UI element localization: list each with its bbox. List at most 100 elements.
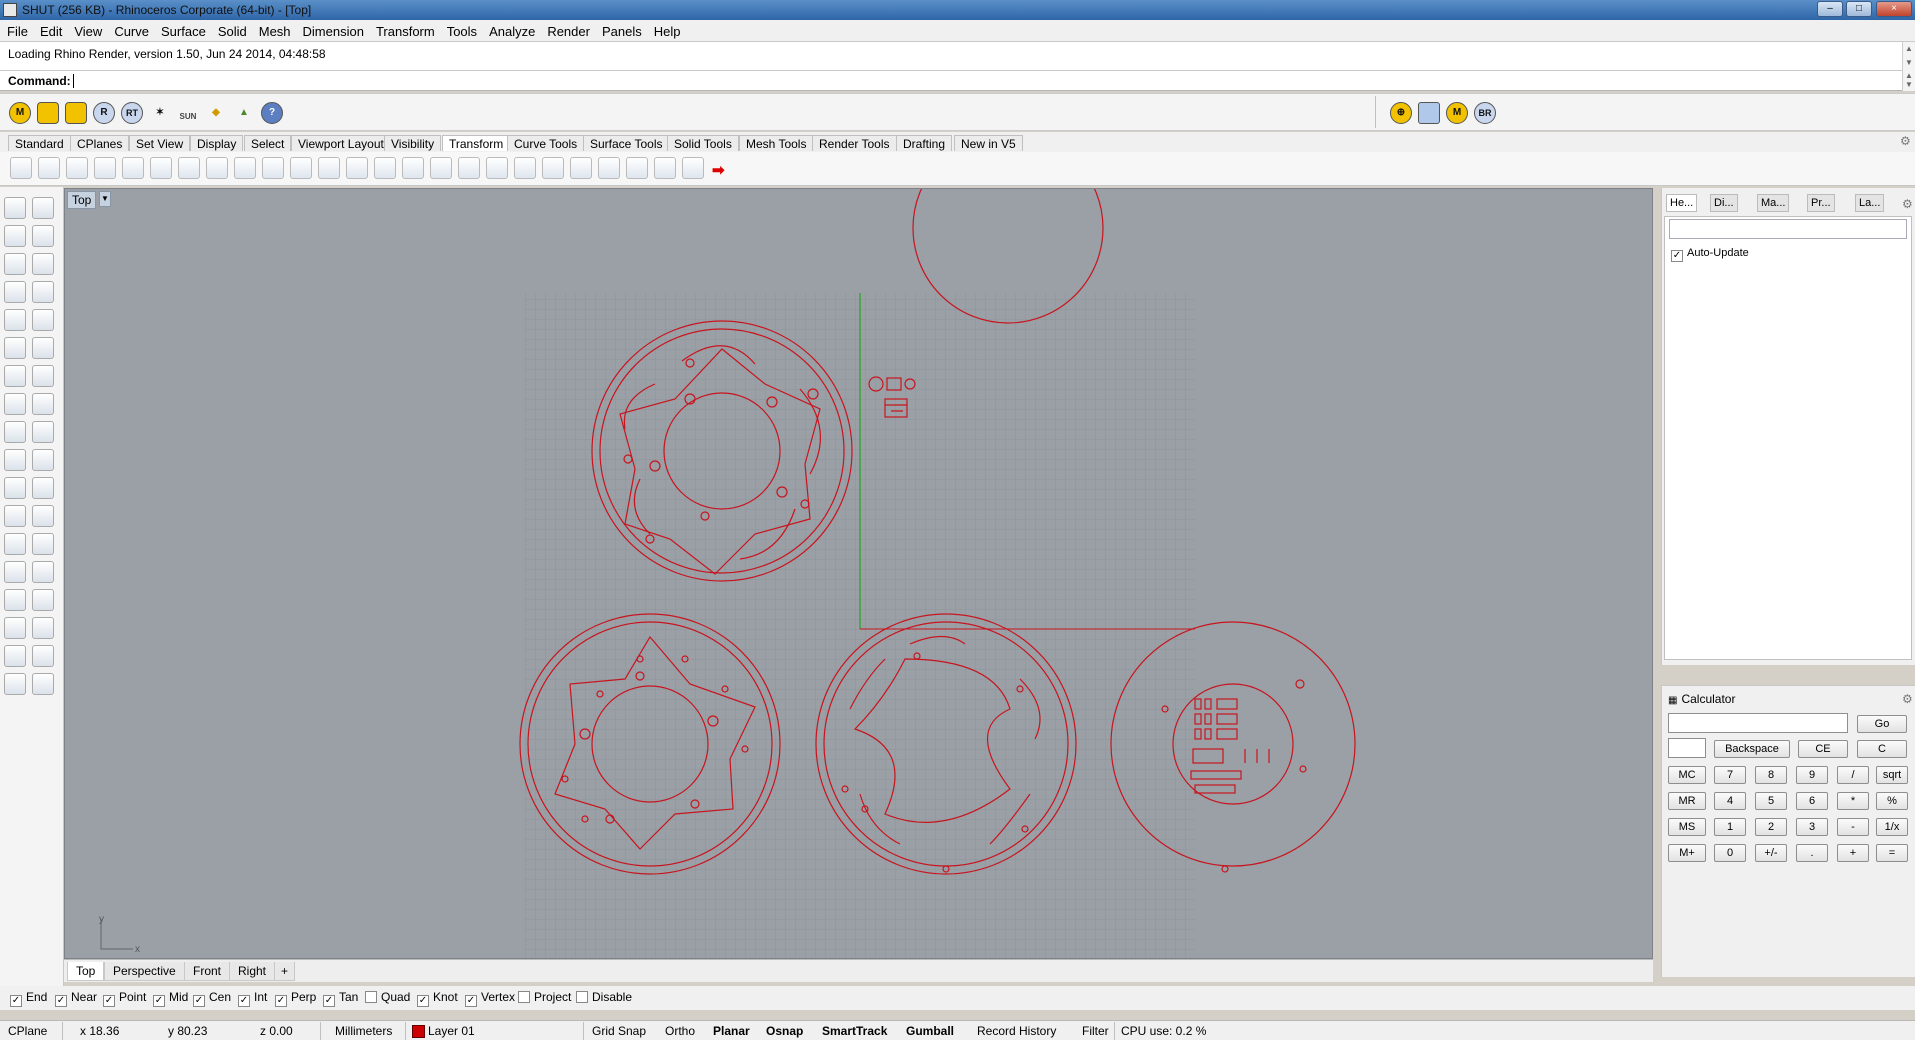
checkbox-project[interactable] [518,991,530,1003]
top-viewport[interactable]: Top ▼ y x [64,188,1653,959]
tab-cplanes[interactable]: CPlanes [70,135,130,151]
circle-icon[interactable] [4,253,26,275]
osnap-point[interactable]: ✓ Point [103,990,146,1007]
calc-key[interactable]: % [1876,792,1908,810]
rotate-tool-icon[interactable] [32,561,54,583]
dimension-icon[interactable] [4,449,26,471]
calc-key[interactable]: 7 [1714,766,1746,784]
twist-icon[interactable] [290,157,312,179]
ellipse-icon[interactable] [32,253,54,275]
array-curve-icon[interactable] [402,157,424,179]
gear-icon[interactable]: ⚙ [1902,197,1913,211]
select-icon[interactable] [4,197,26,219]
set-points-icon[interactable] [682,157,704,179]
tab-new-in-v5[interactable]: New in V5 [954,135,1023,151]
group-icon[interactable] [4,477,26,499]
sun-icon[interactable]: SUN [177,102,199,124]
tab-select[interactable]: Select [244,135,292,151]
tab-standard[interactable]: Standard [8,135,71,151]
surface-icon[interactable] [4,337,26,359]
boolean-icon[interactable] [32,365,54,387]
move-icon[interactable] [10,157,32,179]
calc-key[interactable]: MR [1668,792,1706,810]
render-tool-icon[interactable] [32,421,54,443]
clear-button[interactable]: C [1857,740,1907,758]
tag-icon[interactable] [65,102,87,124]
menu-view[interactable]: View [67,20,107,42]
realtime-render-icon[interactable]: RT [121,102,143,124]
checkbox-vertex[interactable]: ✓ [465,995,477,1007]
auto-update-option[interactable]: ✓ Auto-Update [1671,247,1749,262]
menu-transform[interactable]: Transform [369,20,440,42]
checkbox-near[interactable]: ✓ [55,995,67,1007]
backspace-button[interactable]: Backspace [1714,740,1790,758]
osnap-mid[interactable]: ✓ Mid [153,990,188,1007]
material-tag-icon[interactable] [37,102,59,124]
calc-key[interactable]: 1 [1714,818,1746,836]
units-indicator[interactable]: Millimeters [335,1024,392,1038]
calc-key[interactable]: . [1796,844,1828,862]
check-icon[interactable] [32,645,54,667]
smash-icon[interactable] [542,157,564,179]
array-tool-icon[interactable] [4,617,26,639]
stretch-icon[interactable] [458,157,480,179]
m-tag-icon[interactable]: M [1446,102,1468,124]
calc-key[interactable]: MS [1668,818,1706,836]
osnap-perp[interactable]: ✓ Perp [275,990,316,1007]
checkbox-mid[interactable]: ✓ [153,995,165,1007]
light-icon[interactable]: ✶ [149,102,171,124]
calc-key[interactable]: MC [1668,766,1706,784]
auto-update-checkbox[interactable]: ✓ [1671,250,1683,262]
arc-icon[interactable] [4,281,26,303]
close-button[interactable]: × [1876,1,1912,17]
copy-icon[interactable] [38,157,60,179]
osnap-vertex[interactable]: ✓ Vertex [465,990,515,1007]
calc-key[interactable]: 9 [1796,766,1828,784]
taper-icon[interactable] [206,157,228,179]
box-icon[interactable] [4,365,26,387]
menu-dimension[interactable]: Dimension [296,20,369,42]
osnap-end[interactable]: ✓ End [10,990,47,1007]
checkbox-cen[interactable]: ✓ [193,995,205,1007]
maelstrom-icon[interactable] [570,157,592,179]
menu-surface[interactable]: Surface [154,20,211,42]
help-search-input[interactable] [1669,219,1907,239]
smarttrack-toggle[interactable]: SmartTrack [822,1024,887,1038]
m-icon[interactable]: M [9,102,31,124]
layer-tool-icon[interactable] [4,673,26,695]
command-line[interactable]: Command: ▲ ▼ [0,71,1915,91]
rectangle-icon[interactable] [32,281,54,303]
menu-edit[interactable]: Edit [33,20,67,42]
tab-top-view[interactable]: Top [67,962,105,981]
sporph-icon[interactable] [598,157,620,179]
polyline-icon[interactable] [4,225,26,247]
tab-drafting[interactable]: Drafting [896,135,953,151]
menu-solid[interactable]: Solid [211,20,252,42]
orient-icon[interactable] [234,157,256,179]
point-icon[interactable] [32,197,54,219]
osnap-project[interactable]: Project [518,990,571,1004]
menu-mesh[interactable]: Mesh [252,20,296,42]
tab-help[interactable]: He... [1666,194,1698,212]
loft-icon[interactable] [32,337,54,359]
checkbox-end[interactable]: ✓ [10,995,22,1007]
checkbox-knot[interactable]: ✓ [417,995,429,1007]
checkbox-tan[interactable]: ✓ [323,995,335,1007]
osnap-near[interactable]: ✓ Near [55,990,97,1007]
join-icon[interactable] [4,533,26,555]
shear-icon[interactable] [178,157,200,179]
environment-icon[interactable]: ▲ [233,102,255,124]
points-on-icon[interactable] [32,477,54,499]
menu-analyze[interactable]: Analyze [482,20,540,42]
menu-render[interactable]: Render [540,20,595,42]
tab-surface-tools[interactable]: Surface Tools [583,135,670,151]
viewport-title[interactable]: Top [67,191,97,209]
spotlight-icon[interactable]: ◆ [205,102,227,124]
tab-render-tools[interactable]: Render Tools [812,135,897,151]
calc-key[interactable]: 6 [1796,792,1828,810]
menu-panels[interactable]: Panels [595,20,647,42]
tab-perspective-view[interactable]: Perspective [104,962,185,981]
tab-curve-tools[interactable]: Curve Tools [507,135,585,151]
calc-key[interactable]: 2 [1755,818,1787,836]
grid-snap-toggle[interactable]: Grid Snap [592,1024,646,1038]
